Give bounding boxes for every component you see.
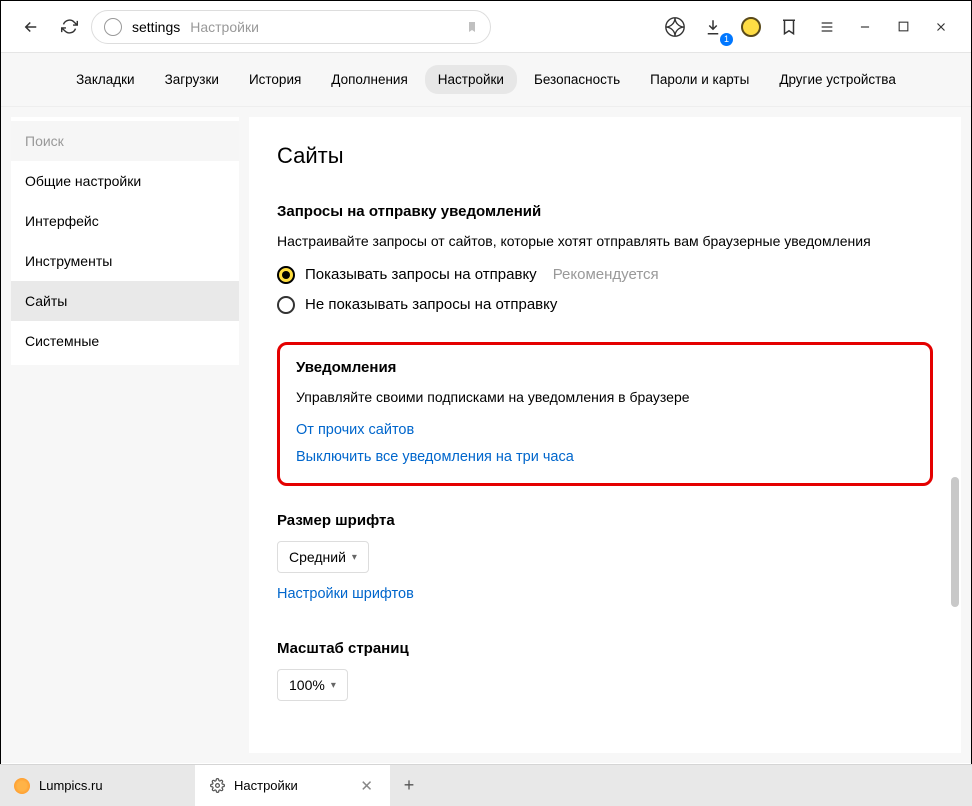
minimize-button[interactable] — [849, 11, 881, 43]
zen-button[interactable] — [659, 11, 691, 43]
page-title: Сайты — [277, 143, 933, 169]
browser-toolbar: settingsНастройки — [1, 1, 971, 53]
section-description: Управляйте своими подписками на уведомле… — [296, 388, 914, 408]
radio-icon — [277, 296, 295, 314]
tab-strip: Lumpics.ru Настройки ✕ + — [0, 764, 972, 806]
section-description: Настраивайте запросы от сайтов, которые … — [277, 232, 933, 252]
chevron-down-icon: ▾ — [331, 680, 336, 691]
nav-devices[interactable]: Другие устройства — [766, 65, 909, 94]
nav-addons[interactable]: Дополнения — [318, 65, 420, 94]
link-other-sites[interactable]: От прочих сайтов — [296, 422, 414, 438]
main-panel: Сайты Запросы на отправку уведомлений На… — [249, 117, 961, 753]
section-font-size: Размер шрифта Средний ▾ Настройки шрифто… — [277, 512, 933, 612]
site-icon — [104, 18, 122, 36]
scrollbar[interactable] — [949, 117, 959, 753]
tab-settings[interactable]: Настройки ✕ — [195, 765, 390, 806]
sidebar-item-interface[interactable]: Интерфейс — [11, 201, 239, 241]
zoom-select[interactable]: 100% ▾ — [277, 669, 348, 701]
back-button[interactable] — [15, 11, 47, 43]
scroll-thumb[interactable] — [951, 477, 959, 607]
recommended-label: Рекомендуется — [553, 266, 659, 283]
radio-show-requests[interactable]: Показывать запросы на отправку Рекоменду… — [277, 266, 933, 284]
address-bar[interactable]: settingsНастройки — [91, 10, 491, 44]
bookmark-icon[interactable] — [466, 19, 478, 35]
tab-label: Lumpics.ru — [39, 778, 103, 793]
chevron-down-icon: ▾ — [352, 552, 357, 563]
content-area: Поиск Общие настройки Интерфейс Инструме… — [1, 107, 971, 763]
gear-icon — [209, 778, 225, 794]
close-window-button[interactable] — [925, 11, 957, 43]
sidebar-item-system[interactable]: Системные — [11, 321, 239, 361]
section-title: Размер шрифта — [277, 512, 933, 529]
sidebar-item-general[interactable]: Общие настройки — [11, 161, 239, 201]
radio-icon — [277, 266, 295, 284]
section-notification-requests: Запросы на отправку уведомлений Настраив… — [277, 203, 933, 314]
tab-lumpics[interactable]: Lumpics.ru — [0, 765, 195, 806]
sidebar-item-tools[interactable]: Инструменты — [11, 241, 239, 281]
maximize-button[interactable] — [887, 11, 919, 43]
sidebar-search[interactable]: Поиск — [11, 121, 239, 161]
section-page-zoom: Масштаб страниц 100% ▾ — [277, 640, 933, 713]
section-title: Масштаб страниц — [277, 640, 933, 657]
section-notifications-highlighted: Уведомления Управляйте своими подписками… — [277, 342, 933, 487]
section-title: Запросы на отправку уведомлений — [277, 203, 933, 220]
settings-topnav: Закладки Загрузки История Дополнения Нас… — [1, 53, 971, 107]
nav-passwords[interactable]: Пароли и карты — [637, 65, 762, 94]
link-font-settings[interactable]: Настройки шрифтов — [277, 586, 414, 602]
select-value: Средний — [289, 549, 346, 565]
downloads-button[interactable] — [697, 11, 729, 43]
new-tab-button[interactable]: + — [390, 765, 428, 806]
radio-label: Не показывать запросы на отправку — [305, 296, 557, 313]
radio-label: Показывать запросы на отправку — [305, 266, 537, 283]
section-title: Уведомления — [296, 359, 914, 376]
font-size-select[interactable]: Средний ▾ — [277, 541, 369, 573]
address-text: settingsНастройки — [132, 19, 456, 35]
settings-sidebar: Поиск Общие настройки Интерфейс Инструме… — [11, 117, 239, 365]
select-value: 100% — [289, 677, 325, 693]
radio-hide-requests[interactable]: Не показывать запросы на отправку — [277, 296, 933, 314]
nav-bookmarks[interactable]: Закладки — [63, 65, 147, 94]
nav-downloads[interactable]: Загрузки — [152, 65, 232, 94]
extension-beetle-icon[interactable] — [735, 11, 767, 43]
link-disable-3h[interactable]: Выключить все уведомления на три часа — [296, 449, 574, 465]
menu-button[interactable] — [811, 11, 843, 43]
nav-history[interactable]: История — [236, 65, 314, 94]
reload-button[interactable] — [53, 11, 85, 43]
nav-settings[interactable]: Настройки — [425, 65, 517, 94]
nav-security[interactable]: Безопасность — [521, 65, 633, 94]
site-favicon — [14, 778, 30, 794]
bookmarks-panel-button[interactable] — [773, 11, 805, 43]
close-tab-button[interactable]: ✕ — [357, 777, 376, 795]
sidebar-item-sites[interactable]: Сайты — [11, 281, 239, 321]
tab-label: Настройки — [234, 778, 298, 793]
